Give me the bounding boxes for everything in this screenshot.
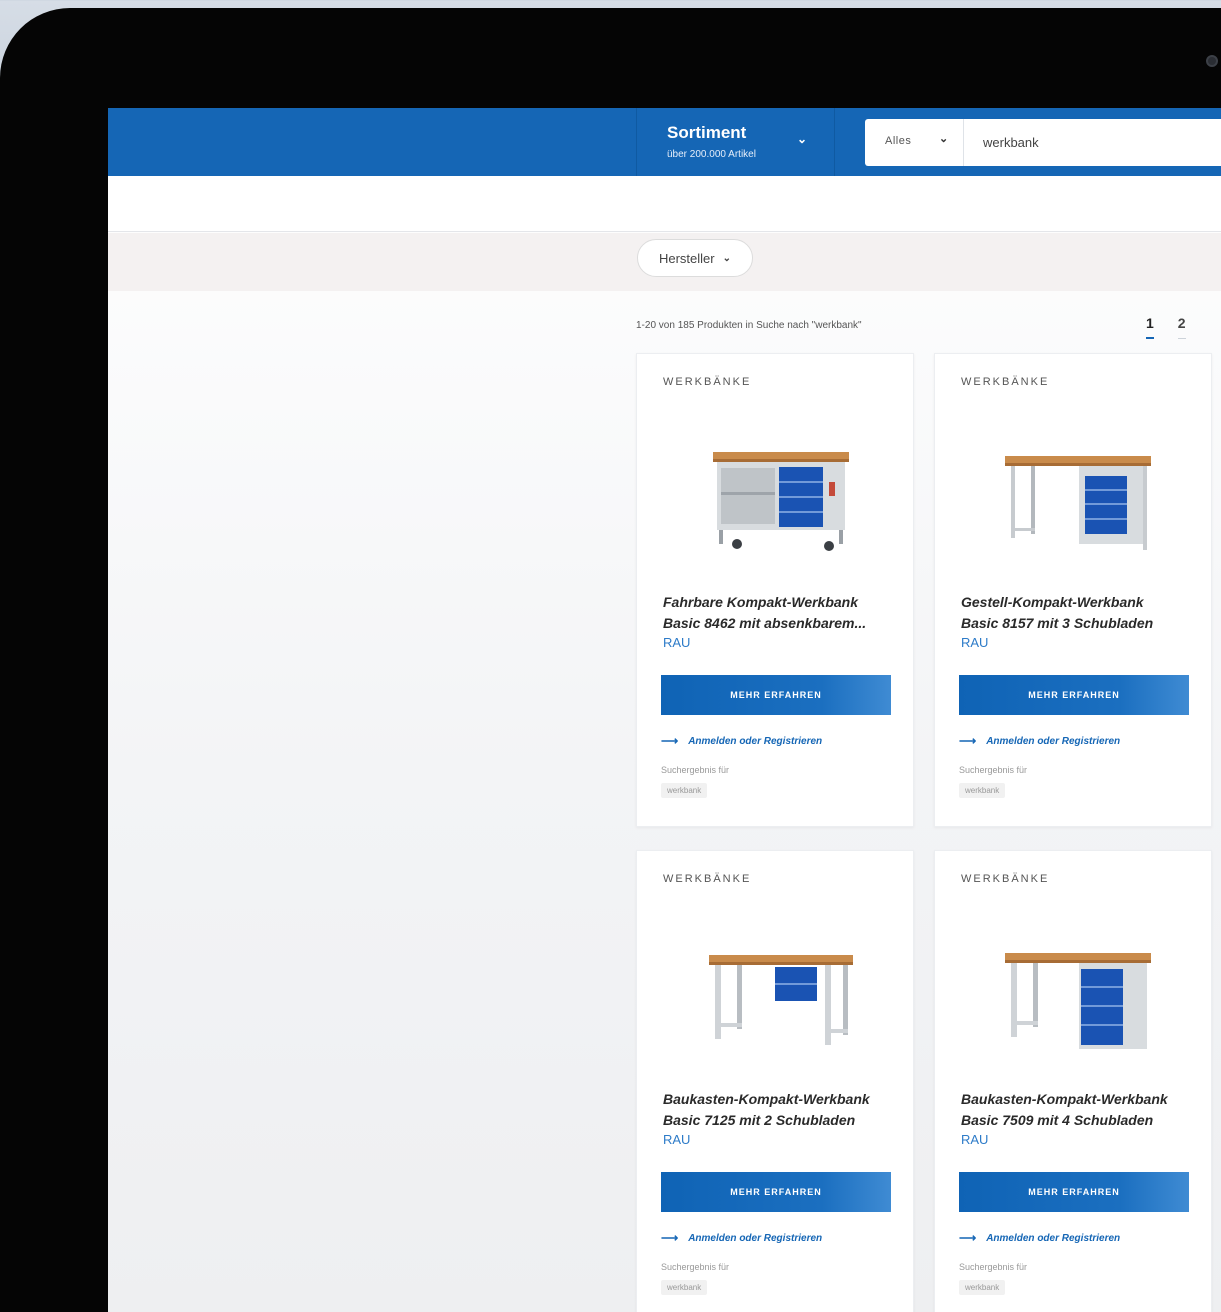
chevron-down-icon: ⌄ [722,252,731,264]
search-result-hint: Suchergebnis für [959,1262,1028,1272]
product-category: WERKBÄNKE [961,873,1050,885]
results-count: 1-20 von 185 Produkten in Suche nach "we… [636,320,862,331]
page-2-link[interactable]: 2 [1177,315,1186,339]
more-info-button[interactable]: MEHR ERFAHREN [959,675,1189,715]
manufacturer-filter-button[interactable]: Hersteller ⌄ [637,239,753,277]
product-card[interactable]: WERKBÄNKE Fahrbare Kompakt-Werkbank Basi… [636,353,914,827]
camera-icon [1206,55,1218,67]
product-name[interactable]: Gestell-Kompakt-Werkbank Basic 8157 mit … [961,592,1197,634]
search-input[interactable] [983,131,1213,153]
product-name[interactable]: Baukasten-Kompakt-Werkbank Basic 7125 mi… [663,1089,899,1131]
arrow-right-icon: ⟶ [959,734,977,748]
product-brand-link[interactable]: RAU [663,635,690,650]
login-register-link[interactable]: ⟶ Anmelden oder Registrieren [959,734,1120,748]
product-name[interactable]: Fahrbare Kompakt-Werkbank Basic 8462 mit… [663,592,899,634]
login-register-link[interactable]: ⟶ Anmelden oder Registrieren [661,734,822,748]
more-info-button[interactable]: MEHR ERFAHREN [661,1172,891,1212]
product-card[interactable]: WERKBÄNKE Baukasten-Kompakt-Werkbank Bas… [636,850,914,1312]
search-term-tag: werkbank [959,1280,1006,1295]
search-result-hint: Suchergebnis für [661,1262,730,1272]
more-info-button[interactable]: MEHR ERFAHREN [661,675,891,715]
product-image[interactable] [677,931,877,1061]
search-bar: Alles ⌄ [865,119,1221,166]
search-category-select[interactable]: Alles [885,135,911,147]
pagination: 1 2 [1146,315,1186,339]
sortiment-title: Sortiment [667,123,747,142]
manufacturer-filter-label: Hersteller [658,250,715,266]
search-term-tag: werkbank [661,783,708,798]
product-brand-link[interactable]: RAU [663,1132,690,1147]
search-result-hint: Suchergebnis für [959,765,1028,775]
chevron-down-icon[interactable]: ⌄ [939,132,948,145]
page-1-link[interactable]: 1 [1146,315,1154,339]
chevron-down-icon: ⌄ [797,132,808,146]
product-name[interactable]: Baukasten-Kompakt-Werkbank Basic 7509 mi… [961,1089,1197,1131]
sub-header [108,176,1221,232]
product-image[interactable] [677,434,877,564]
product-card[interactable]: WERKBÄNKE Gestell-Kompakt-Werkbank Basic… [934,353,1212,827]
product-image[interactable] [975,931,1175,1061]
search-term-tag: werkbank [959,783,1006,798]
login-register-link[interactable]: ⟶ Anmelden oder Registrieren [959,1231,1120,1245]
top-navigation-bar: Sortiment über 200.000 Artikel ⌄ Alles ⌄ [108,108,1221,176]
more-info-button[interactable]: MEHR ERFAHREN [959,1172,1189,1212]
product-category: WERKBÄNKE [663,873,752,885]
search-result-hint: Suchergebnis für [661,765,730,775]
filter-bar: Hersteller ⌄ [108,233,1221,291]
search-term-tag: werkbank [661,1280,708,1295]
arrow-right-icon: ⟶ [959,1231,977,1245]
arrow-right-icon: ⟶ [661,1231,679,1245]
product-category: WERKBÄNKE [663,376,752,388]
product-card[interactable]: WERKBÄNKE Baukasten-Kompakt-Werkbank Bas… [934,850,1212,1312]
product-brand-link[interactable]: RAU [961,1132,988,1147]
arrow-right-icon: ⟶ [661,734,679,748]
product-image[interactable] [975,434,1175,564]
sortiment-menu-button[interactable]: Sortiment über 200.000 Artikel ⌄ [636,108,835,176]
product-brand-link[interactable]: RAU [961,635,988,650]
browser-screen: Sortiment über 200.000 Artikel ⌄ Alles ⌄… [108,108,1221,1312]
login-register-link[interactable]: ⟶ Anmelden oder Registrieren [661,1231,822,1245]
sortiment-subtitle: über 200.000 Artikel [667,149,756,160]
product-category: WERKBÄNKE [961,376,1050,388]
search-divider [963,119,964,166]
